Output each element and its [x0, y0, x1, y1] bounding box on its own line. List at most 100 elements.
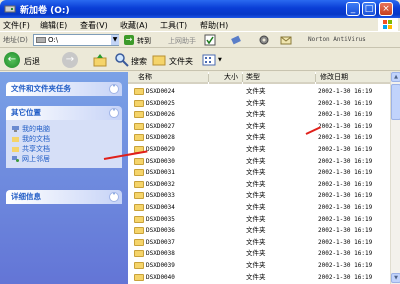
folder-icon: [134, 192, 144, 200]
column-header-type[interactable]: 类型: [243, 72, 315, 84]
address-field[interactable]: O:\: [33, 34, 119, 46]
file-name: DSXD0035: [146, 215, 175, 223]
go-arrow-icon[interactable]: →: [124, 35, 134, 45]
file-type: 文件夹: [246, 87, 266, 95]
file-row[interactable]: DSXD0024 文件夹 2002-1-30 16:19: [128, 86, 390, 98]
file-date: 2002-1-30 16:19: [318, 227, 373, 235]
place-shared-documents[interactable]: 共享文档: [12, 144, 122, 154]
file-row[interactable]: DSXD0030 文件夹 2002-1-30 16:19: [128, 156, 390, 168]
expand-chevron-icon[interactable]: ˅: [109, 84, 119, 94]
place-my-computer[interactable]: 我的电脑: [12, 124, 122, 134]
back-button[interactable]: 后退: [24, 56, 40, 67]
task-pane: 文件和文件夹任务 ˅ 其它位置 ˄ 我的电脑 我的文档 共享文档 网上邻居 详细…: [0, 72, 128, 284]
documents-folder-icon: [12, 137, 19, 142]
search-button[interactable]: 搜索: [131, 56, 147, 67]
menu-view[interactable]: 查看(V): [80, 20, 108, 31]
file-name: DSXD0040: [146, 273, 175, 281]
file-row[interactable]: DSXD0039 文件夹 2002-1-30 16:19: [128, 260, 390, 272]
title-bar: 新加卷 (O:) _ □ ×: [0, 0, 400, 18]
column-type-label: 类型: [246, 73, 260, 81]
menu-favorites[interactable]: 收藏(A): [120, 20, 148, 31]
folder-icon: [134, 273, 144, 281]
file-row[interactable]: DSXD0026 文件夹 2002-1-30 16:19: [128, 109, 390, 121]
file-row[interactable]: DSXD0037 文件夹 2002-1-30 16:19: [128, 237, 390, 249]
collapse-chevron-icon[interactable]: ˄: [109, 108, 119, 118]
column-header-name[interactable]: 名称: [128, 72, 208, 84]
file-row[interactable]: DSXD0028 文件夹 2002-1-30 16:19: [128, 132, 390, 144]
folders-icon[interactable]: [151, 52, 167, 68]
folder-icon: [134, 99, 144, 107]
views-dropdown-icon[interactable]: ▼: [218, 57, 222, 63]
file-date: 2002-1-30 16:19: [318, 215, 373, 223]
views-icon[interactable]: [202, 52, 218, 68]
vertical-scrollbar[interactable]: ▲ ▼: [390, 72, 400, 284]
address-dropdown-button[interactable]: ▼: [111, 35, 119, 45]
close-button[interactable]: ×: [379, 2, 393, 16]
go-button[interactable]: 转到: [137, 36, 151, 46]
file-type: 文件夹: [246, 156, 266, 165]
column-header-date[interactable]: 修改日期: [316, 72, 390, 84]
folders-button[interactable]: 文件夹: [169, 56, 193, 67]
window-title: 新加卷 (O:): [20, 6, 70, 16]
tools-icon[interactable]: [230, 34, 242, 46]
file-row[interactable]: DSXD0040 文件夹 2002-1-30 16:19: [128, 272, 390, 284]
file-date: 2002-1-30 16:19: [318, 146, 373, 153]
up-folder-icon[interactable]: [92, 52, 108, 68]
file-row[interactable]: DSXD0035 文件夹 2002-1-30 16:19: [128, 214, 390, 226]
place-label: 共享文档: [22, 145, 50, 153]
menu-tools[interactable]: 工具(T): [160, 20, 187, 31]
file-type: 文件夹: [246, 98, 266, 107]
checkbox-icon[interactable]: [204, 34, 216, 46]
windows-logo-icon: [378, 18, 398, 32]
column-date-label: 修改日期: [320, 73, 348, 81]
file-row[interactable]: DSXD0027 文件夹 2002-1-30 16:19: [128, 121, 390, 133]
back-arrow-icon[interactable]: ←: [4, 52, 20, 68]
folder-icon: [134, 180, 144, 188]
file-row[interactable]: DSXD0025 文件夹 2002-1-30 16:19: [128, 98, 390, 110]
expand-chevron-icon[interactable]: ˅: [109, 192, 119, 202]
file-row[interactable]: DSXD0038 文件夹 2002-1-30 16:19: [128, 248, 390, 260]
file-date: 2002-1-30 16:19: [318, 250, 373, 258]
file-name: DSXD0026: [146, 111, 175, 119]
menu-help[interactable]: 帮助(H): [200, 20, 228, 31]
menu-file[interactable]: 文件(F): [3, 20, 30, 31]
file-name: DSXD0025: [146, 99, 175, 107]
gear-icon[interactable]: [258, 34, 270, 46]
scroll-up-button[interactable]: ▲: [391, 72, 400, 82]
drive-icon: [4, 5, 16, 13]
file-list: 名称 大小 类型 修改日期 DSXD0024 文件夹 2002-1-30 16:19…: [128, 72, 390, 284]
file-row[interactable]: DSXD0031 文件夹 2002-1-30 16:19: [128, 167, 390, 179]
file-name: DSXD0028: [146, 134, 175, 142]
file-name: DSXD0027: [146, 122, 175, 130]
links-label[interactable]: 上网助手: [168, 36, 196, 46]
file-row[interactable]: DSXD0036 文件夹 2002-1-30 16:19: [128, 225, 390, 237]
file-name: DSXD0034: [146, 204, 175, 211]
file-folder-tasks-panel: 文件和文件夹任务 ˅: [6, 82, 122, 96]
folder-icon: [134, 134, 144, 142]
norton-antivirus-label[interactable]: Norton AntiVirus: [308, 36, 366, 43]
folder-icon: [134, 88, 144, 95]
scroll-thumb[interactable]: [391, 84, 400, 120]
file-row[interactable]: DSXD0034 文件夹 2002-1-30 16:19: [128, 202, 390, 214]
menu-edit[interactable]: 编辑(E): [40, 20, 67, 31]
file-type: 文件夹: [246, 261, 266, 269]
scroll-down-button[interactable]: ▼: [391, 273, 400, 283]
details-header[interactable]: 详细信息 ˅: [6, 190, 122, 204]
file-row[interactable]: DSXD0032 文件夹 2002-1-30 16:19: [128, 179, 390, 191]
file-folder-tasks-header[interactable]: 文件和文件夹任务 ˅: [6, 82, 122, 96]
column-header-size[interactable]: 大小: [209, 72, 242, 84]
forward-arrow-icon[interactable]: →: [62, 52, 78, 68]
file-type: 文件夹: [246, 249, 266, 258]
place-my-documents[interactable]: 我的文档: [12, 134, 122, 144]
file-date: 2002-1-30 16:19: [318, 134, 373, 142]
place-label: 网上邻居: [22, 155, 50, 163]
file-row[interactable]: DSXD0033 文件夹 2002-1-30 16:19: [128, 190, 390, 202]
minimize-button[interactable]: _: [346, 2, 360, 16]
maximize-button[interactable]: □: [362, 2, 376, 16]
mail-icon[interactable]: [280, 34, 292, 46]
file-row[interactable]: DSXD0029 文件夹 2002-1-30 16:19: [128, 144, 390, 156]
place-label: 我的文档: [22, 135, 50, 143]
folder-icon: [134, 262, 144, 269]
other-places-header[interactable]: 其它位置 ˄: [6, 106, 122, 120]
search-icon[interactable]: [114, 52, 130, 68]
